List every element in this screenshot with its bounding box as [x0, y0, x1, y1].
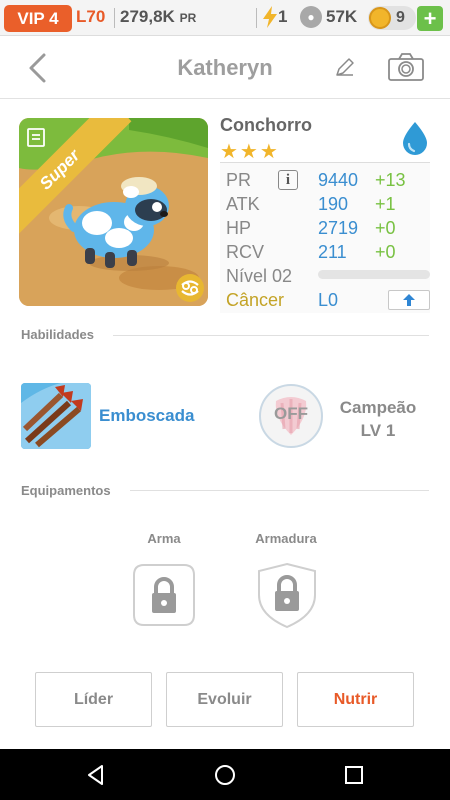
leader-button[interactable]: Líder — [35, 672, 152, 727]
champion-skill-label: Campeão LV 1 — [330, 396, 426, 442]
level-label: Nível 02 — [226, 266, 293, 286]
champion-name: Campeão — [339, 398, 417, 417]
card-list-icon — [27, 128, 45, 147]
nav-back-icon[interactable] — [84, 763, 108, 787]
stat-bonus-hp: +0 — [375, 218, 396, 238]
section-abilities-title: Habilidades — [21, 327, 94, 342]
nav-home-icon[interactable] — [213, 763, 237, 787]
ambush-skill-icon[interactable] — [21, 383, 91, 449]
energy-value: 1 — [278, 7, 288, 26]
cancer-sign-icon — [176, 274, 204, 302]
coin-counter[interactable]: 9 — [368, 6, 416, 30]
total-pr-value: 279,8K — [120, 7, 175, 26]
divider — [114, 8, 115, 28]
page-header: Katheryn — [0, 37, 450, 99]
weapon-slot-locked[interactable] — [130, 561, 198, 629]
enhance-level: L0 — [318, 290, 339, 310]
feed-button[interactable]: Nutrir — [297, 672, 414, 727]
divider — [130, 490, 429, 491]
pet-portrait-card[interactable]: Super — [19, 118, 208, 306]
stat-label-atk: ATK — [226, 194, 260, 214]
stat-bonus-pr: +13 — [375, 170, 406, 190]
ability-name[interactable]: Emboscada — [99, 406, 194, 426]
coin-value: 9 — [396, 9, 405, 26]
water-element-icon — [403, 122, 427, 155]
star-rating: ★★★ — [220, 141, 280, 163]
weapon-label: Arma — [147, 531, 181, 546]
divider — [256, 8, 257, 28]
level-progress-bar — [318, 270, 430, 279]
zodiac-sign-label: Câncer — [226, 290, 285, 310]
arrow-up-icon — [403, 294, 415, 306]
vip-badge[interactable]: VIP 4 — [4, 5, 72, 32]
edit-pencil-icon[interactable] — [333, 55, 357, 79]
paw-icon: ● — [300, 6, 322, 28]
android-nav-bar — [0, 749, 450, 800]
divider — [113, 335, 429, 336]
info-icon[interactable]: i — [278, 170, 298, 190]
total-pr-unit: PR — [179, 11, 197, 25]
evolve-button[interactable]: Evoluir — [166, 672, 283, 727]
lightning-icon — [263, 6, 277, 28]
stat-value-atk: 190 — [318, 194, 349, 214]
total-pr: 279,8K PR — [120, 7, 196, 27]
player-level: L70 — [76, 7, 106, 26]
paw-value: 57K — [326, 7, 358, 26]
coin-icon — [369, 7, 391, 29]
stat-label-hp: HP — [226, 218, 252, 238]
stat-bonus-rcv: +0 — [375, 242, 396, 262]
section-equipment-title: Equipamentos — [21, 483, 111, 498]
page-title: Katheryn — [177, 55, 273, 80]
stat-value-hp: 2719 — [318, 218, 359, 238]
nav-recents-icon[interactable] — [342, 763, 366, 787]
armor-slot-locked[interactable] — [253, 561, 321, 629]
stat-label-rcv: RCV — [226, 242, 265, 262]
status-top-bar: VIP 4 L70 279,8K PR 1 ● 57K 9 + — [0, 0, 450, 36]
energy-counter[interactable]: 1 — [262, 6, 287, 28]
add-currency-button[interactable]: + — [417, 6, 443, 31]
stat-bonus-atk: +1 — [375, 194, 396, 214]
stat-value-rcv: 211 — [318, 242, 347, 262]
arrows-icon — [21, 383, 91, 449]
pet-species-name: Conchorro — [220, 115, 312, 135]
stat-value-pr: 9440 — [318, 170, 359, 190]
paw-counter[interactable]: ● 57K — [300, 6, 357, 28]
stat-label-pr: PR — [226, 170, 252, 190]
camera-icon[interactable] — [387, 52, 425, 82]
armor-label: Armadura — [255, 531, 317, 546]
champion-level: LV 1 — [360, 421, 396, 440]
upgrade-button[interactable] — [388, 290, 430, 310]
off-label: OFF — [274, 404, 308, 423]
